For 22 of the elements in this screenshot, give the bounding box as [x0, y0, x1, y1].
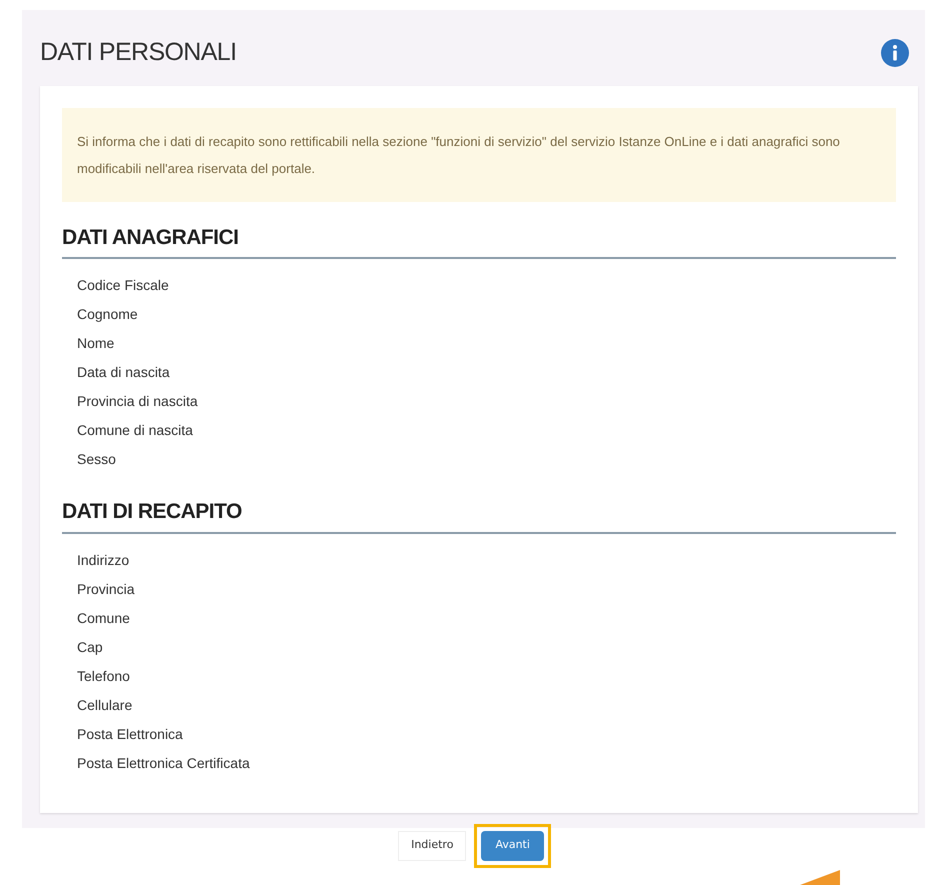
field-label: Comune	[77, 608, 130, 628]
next-button[interactable]: Avanti	[481, 830, 544, 860]
back-button[interactable]: Indietro	[398, 830, 466, 860]
field-label: Sesso	[77, 450, 116, 469]
field-label: Provincia	[77, 580, 135, 598]
field-label: Nome	[77, 334, 114, 353]
field-label: Indirizzo	[77, 550, 130, 570]
info-icon[interactable]	[880, 38, 910, 68]
field-label: Codice Fiscale	[77, 276, 169, 295]
section-heading: DATI DI RECAPITO	[62, 500, 242, 523]
field-label: Telefono	[77, 666, 130, 686]
field-label: Posta Elettronica	[77, 724, 183, 744]
panel-title: DATI PERSONALI	[40, 37, 236, 68]
field-label: Cap	[77, 638, 103, 657]
field-label: Provincia di nascita	[77, 392, 198, 411]
field-label: Comune di nascita	[77, 421, 193, 440]
field-label: Cellulare	[77, 696, 132, 714]
field-label: Data di nascita	[77, 363, 170, 382]
section-heading: DATI ANAGRAFICI	[62, 226, 238, 248]
field-label: Posta Elettronica Certificata	[77, 754, 250, 772]
info-notice: Si informa che i dati di recapito sono rettificabili nella sezione "funzioni di servizio" del servizio Istanze OnLine e i dati anagrafici sono modificabili nell'area riservata del portale.	[62, 108, 896, 202]
field-label: Cognome	[77, 305, 138, 324]
